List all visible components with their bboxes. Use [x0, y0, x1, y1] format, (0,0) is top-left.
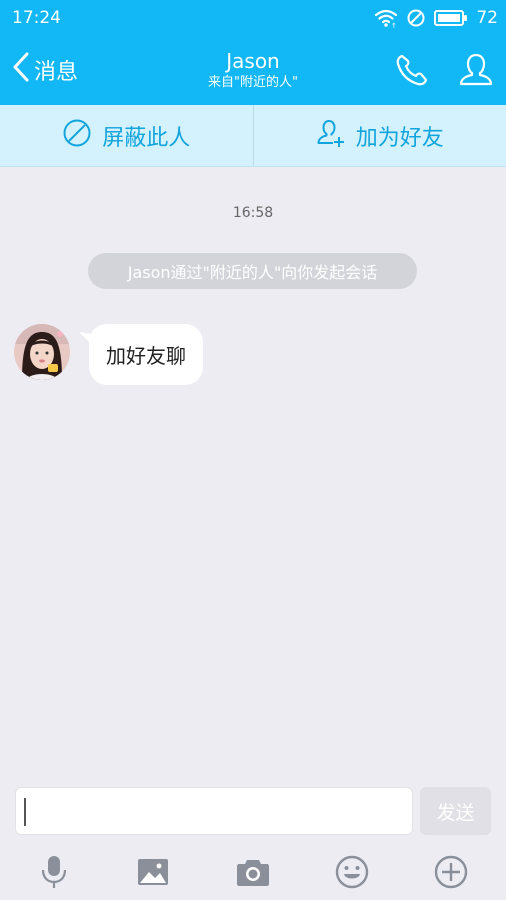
svg-text:↑↓: ↑↓	[391, 22, 398, 28]
status-icons: ↑↓ 72	[374, 8, 498, 28]
block-user-label: 屏蔽此人	[102, 125, 191, 151]
title-bar: 消息 Jason 来自"附近的人"	[0, 35, 506, 105]
message-bubble[interactable]: 加好友聊	[89, 324, 203, 385]
add-friend-button[interactable]: 加为好友	[254, 105, 506, 166]
status-time: 17:24	[12, 7, 61, 28]
avatar[interactable]	[14, 324, 70, 380]
phone-icon[interactable]	[394, 52, 430, 92]
image-icon[interactable]	[135, 854, 171, 890]
chevron-left-icon	[12, 51, 30, 89]
no-sim-icon	[406, 8, 426, 28]
message-text: 加好友聊	[106, 344, 186, 368]
profile-icon[interactable]	[458, 52, 494, 92]
message-input[interactable]	[15, 787, 413, 835]
chat-area[interactable]: 16:58 Jason通过"附近的人"向你发起会话 加好友聊	[0, 167, 506, 780]
back-button[interactable]: 消息	[12, 51, 79, 89]
back-label: 消息	[34, 60, 79, 85]
system-message: Jason通过"附近的人"向你发起会话	[88, 253, 417, 289]
battery-icon	[434, 9, 468, 27]
block-icon	[62, 118, 92, 154]
block-user-button[interactable]: 屏蔽此人	[0, 105, 253, 166]
camera-icon[interactable]	[235, 854, 271, 890]
send-label: 发送	[436, 801, 475, 824]
add-friend-label: 加为好友	[355, 125, 444, 151]
plus-icon[interactable]	[433, 854, 469, 890]
send-button[interactable]: 发送	[420, 787, 491, 835]
message-timestamp: 16:58	[232, 205, 274, 221]
text-caret	[24, 798, 26, 826]
status-bar: 17:24 ↑↓ 72	[0, 0, 506, 35]
emoji-icon[interactable]	[334, 854, 370, 890]
battery-level: 72	[476, 7, 498, 28]
add-user-icon	[316, 118, 346, 154]
microphone-icon[interactable]	[36, 854, 72, 890]
bottom-toolbar	[0, 842, 506, 900]
wifi-icon: ↑↓	[374, 8, 398, 28]
action-bar: 屏蔽此人 加为好友	[0, 105, 506, 167]
composer: 发送	[0, 780, 506, 842]
